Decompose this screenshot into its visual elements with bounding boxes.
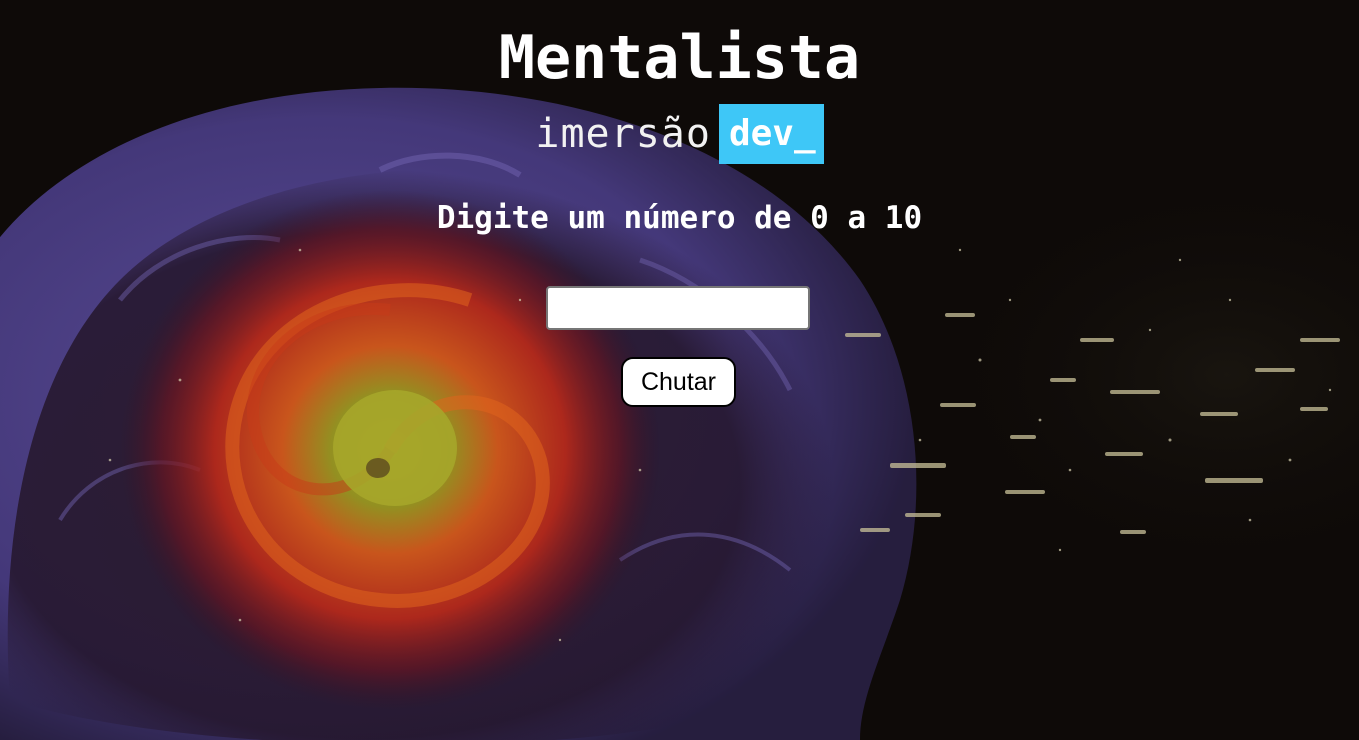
logo-tag: dev_ bbox=[718, 104, 824, 164]
guess-instructions: Digite um número de 0 a 10 bbox=[436, 200, 923, 236]
main-content: Mentalista imersão dev_ Digite um número… bbox=[0, 0, 1359, 740]
guess-button[interactable]: Chutar bbox=[621, 357, 736, 407]
imersao-dev-logo: imersão dev_ bbox=[0, 104, 1359, 164]
page: Mentalista imersão dev_ Digite um número… bbox=[0, 0, 1359, 740]
logo-word: imersão bbox=[535, 111, 711, 157]
guess-input[interactable] bbox=[546, 286, 810, 330]
page-title: Mentalista bbox=[498, 23, 861, 93]
